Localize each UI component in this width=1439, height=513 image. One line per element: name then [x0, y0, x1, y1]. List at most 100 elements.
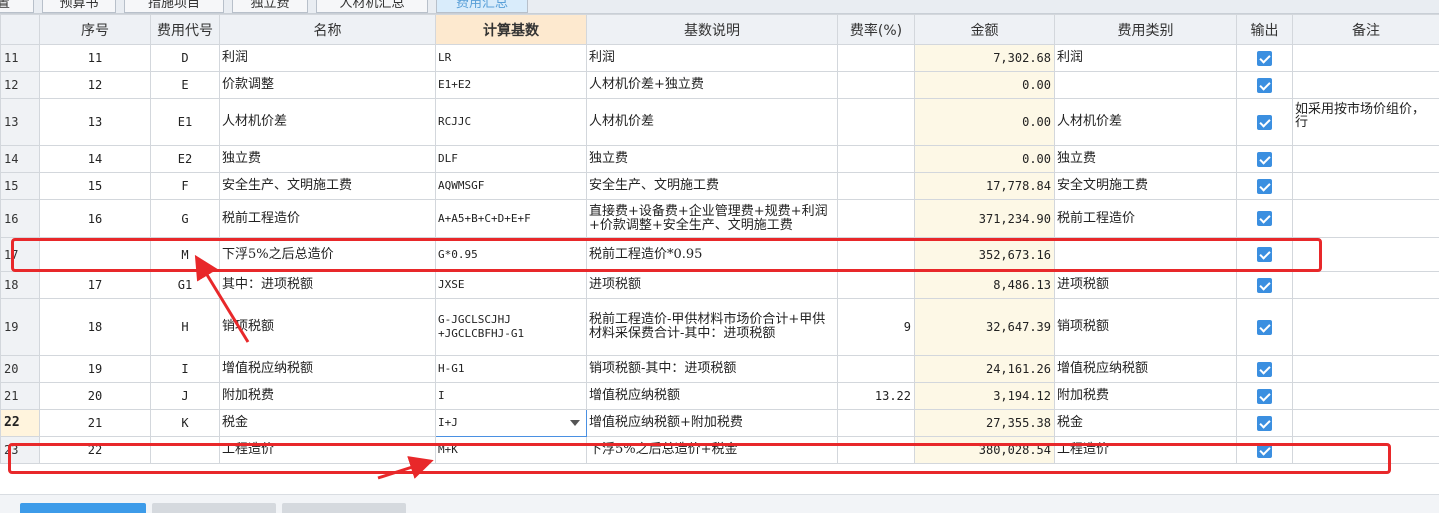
cell-category[interactable]: 人材机价差: [1054, 98, 1237, 146]
row-number[interactable]: 23: [0, 436, 40, 464]
cell-seq[interactable]: 12: [39, 71, 151, 99]
table-row[interactable]: 15 15 F 安全生产、文明施工费 AQWMSGF 安全生产、文明施工费 17…: [0, 172, 1439, 200]
cell-note[interactable]: [1292, 71, 1439, 99]
cell-output[interactable]: [1236, 145, 1293, 173]
cell-basis-desc[interactable]: 税前工程造价-甲供材料市场价合计+甲供材料采保费合计-其中：进项税额: [586, 298, 838, 356]
cell-basis[interactable]: RCJJC: [435, 98, 587, 146]
cell-basis[interactable]: LR: [435, 44, 587, 72]
cell-note[interactable]: [1292, 199, 1439, 238]
cell-note[interactable]: [1292, 409, 1439, 437]
table-row[interactable]: 18 17 G1 其中：进项税额 JXSE 进项税额 8,486.13 进项税额: [0, 271, 1439, 299]
cell-note[interactable]: [1292, 145, 1439, 173]
cell-seq[interactable]: 13: [39, 98, 151, 146]
row-number[interactable]: 16: [0, 199, 40, 238]
cell-note[interactable]: [1292, 355, 1439, 383]
cell-output[interactable]: [1236, 382, 1293, 410]
cell-basis[interactable]: I: [435, 382, 587, 410]
cell-basis[interactable]: JXSE: [435, 271, 587, 299]
output-checkbox[interactable]: [1257, 415, 1272, 431]
output-checkbox[interactable]: [1257, 211, 1272, 226]
cell-code[interactable]: E1: [150, 98, 220, 146]
cell-seq[interactable]: 18: [39, 298, 151, 356]
cell-rate[interactable]: [837, 71, 915, 99]
tab-measures[interactable]: 措施项目: [124, 0, 224, 13]
cell-category[interactable]: 工程造价: [1054, 436, 1237, 464]
cell-rate[interactable]: [837, 436, 915, 464]
cell-basis-editor[interactable]: I+J: [435, 409, 587, 437]
cell-name[interactable]: 增值税应纳税额: [219, 355, 436, 383]
cell-code[interactable]: D: [150, 44, 220, 72]
row-number[interactable]: 18: [0, 271, 40, 299]
cell-note[interactable]: [1292, 44, 1439, 72]
cell-seq[interactable]: 20: [39, 382, 151, 410]
cell-basis[interactable]: DLF: [435, 145, 587, 173]
row-number[interactable]: 22: [0, 409, 40, 437]
basis-editor-value[interactable]: I+J: [438, 416, 458, 429]
cell-name[interactable]: 下浮5%之后总造价: [219, 237, 436, 272]
cell-name[interactable]: 人材机价差: [219, 98, 436, 146]
bottom-button-3[interactable]: [282, 503, 406, 513]
output-checkbox[interactable]: [1257, 319, 1272, 335]
cell-note[interactable]: [1292, 271, 1439, 299]
tab-fee-summary[interactable]: 费用汇总: [436, 0, 528, 13]
output-checkbox[interactable]: [1257, 442, 1272, 458]
row-number[interactable]: 19: [0, 298, 40, 356]
cell-seq[interactable]: 16: [39, 199, 151, 238]
header-code[interactable]: 费用代号: [150, 14, 220, 45]
cell-name[interactable]: 其中：进项税额: [219, 271, 436, 299]
cell-seq[interactable]: 22: [39, 436, 151, 464]
output-checkbox[interactable]: [1257, 114, 1272, 130]
row-number[interactable]: 11: [0, 44, 40, 72]
cell-output[interactable]: [1236, 436, 1293, 464]
output-checkbox[interactable]: [1257, 361, 1272, 377]
cell-basis-desc[interactable]: 销项税额-其中：进项税额: [586, 355, 838, 383]
cell-category[interactable]: 税前工程造价: [1054, 199, 1237, 238]
table-row[interactable]: 12 12 E 价款调整 E1+E2 人材机价差+独立费 0.00: [0, 71, 1439, 99]
cell-basis[interactable]: M+K: [435, 436, 587, 464]
cell-note[interactable]: [1292, 436, 1439, 464]
cell-seq[interactable]: 14: [39, 145, 151, 173]
cell-seq[interactable]: 15: [39, 172, 151, 200]
cell-category[interactable]: [1054, 71, 1237, 99]
cell-output[interactable]: [1236, 172, 1293, 200]
cell-basis[interactable]: AQWMSGF: [435, 172, 587, 200]
header-amount[interactable]: 金额: [914, 14, 1055, 45]
header-note[interactable]: 备注: [1292, 14, 1439, 45]
cell-name[interactable]: 税金: [219, 409, 436, 437]
cell-note[interactable]: 如采用按市场价组价，行: [1292, 98, 1439, 146]
cell-output[interactable]: [1236, 271, 1293, 299]
bottom-button-2[interactable]: [152, 503, 276, 513]
header-seq[interactable]: 序号: [39, 14, 151, 45]
cell-basis-desc[interactable]: 税前工程造价*0.95: [586, 237, 838, 272]
row-number[interactable]: 21: [0, 382, 40, 410]
cell-rate[interactable]: [837, 355, 915, 383]
cell-basis-desc[interactable]: 安全生产、文明施工费: [586, 172, 838, 200]
output-checkbox[interactable]: [1257, 277, 1272, 293]
table-row[interactable]: 13 13 E1 人材机价差 RCJJC 人材机价差 0.00 人材机价差 如采…: [0, 98, 1439, 146]
cell-code[interactable]: G: [150, 199, 220, 238]
cell-rate[interactable]: [837, 145, 915, 173]
output-checkbox[interactable]: [1257, 388, 1272, 404]
cell-category[interactable]: 销项税额: [1054, 298, 1237, 356]
cell-code[interactable]: I: [150, 355, 220, 383]
table-row[interactable]: 16 16 G 税前工程造价 A+A5+B+C+D+E+F 直接费+设备费+企业…: [0, 199, 1439, 238]
cell-basis-desc[interactable]: 直接费+设备费+企业管理费+规费+利润+价款调整+安全生产、文明施工费: [586, 199, 838, 238]
cell-seq[interactable]: 21: [39, 409, 151, 437]
cell-category[interactable]: 增值税应纳税额: [1054, 355, 1237, 383]
cell-output[interactable]: [1236, 355, 1293, 383]
cell-rate[interactable]: [837, 44, 915, 72]
cell-name[interactable]: 工程造价: [219, 436, 436, 464]
cell-basis[interactable]: G*0.95: [435, 237, 587, 272]
table-row[interactable]: 14 14 E2 独立费 DLF 独立费 0.00 独立费: [0, 145, 1439, 173]
cell-basis[interactable]: A+A5+B+C+D+E+F: [435, 199, 587, 238]
row-number[interactable]: 13: [0, 98, 40, 146]
cell-category[interactable]: 附加税费: [1054, 382, 1237, 410]
table-row[interactable]: 19 18 H 销项税额 G-JGCLSCJHJ +JGCLCBFHJ-G1 税…: [0, 298, 1439, 356]
cell-category[interactable]: 利润: [1054, 44, 1237, 72]
cell-category[interactable]: 进项税额: [1054, 271, 1237, 299]
cell-rate[interactable]: 13.22: [837, 382, 915, 410]
cell-basis-desc[interactable]: 增值税应纳税额+附加税费: [586, 409, 838, 437]
tab-materials-summary[interactable]: 人材机汇总: [316, 0, 428, 13]
header-rate[interactable]: 费率(%): [837, 14, 915, 45]
cell-name[interactable]: 价款调整: [219, 71, 436, 99]
